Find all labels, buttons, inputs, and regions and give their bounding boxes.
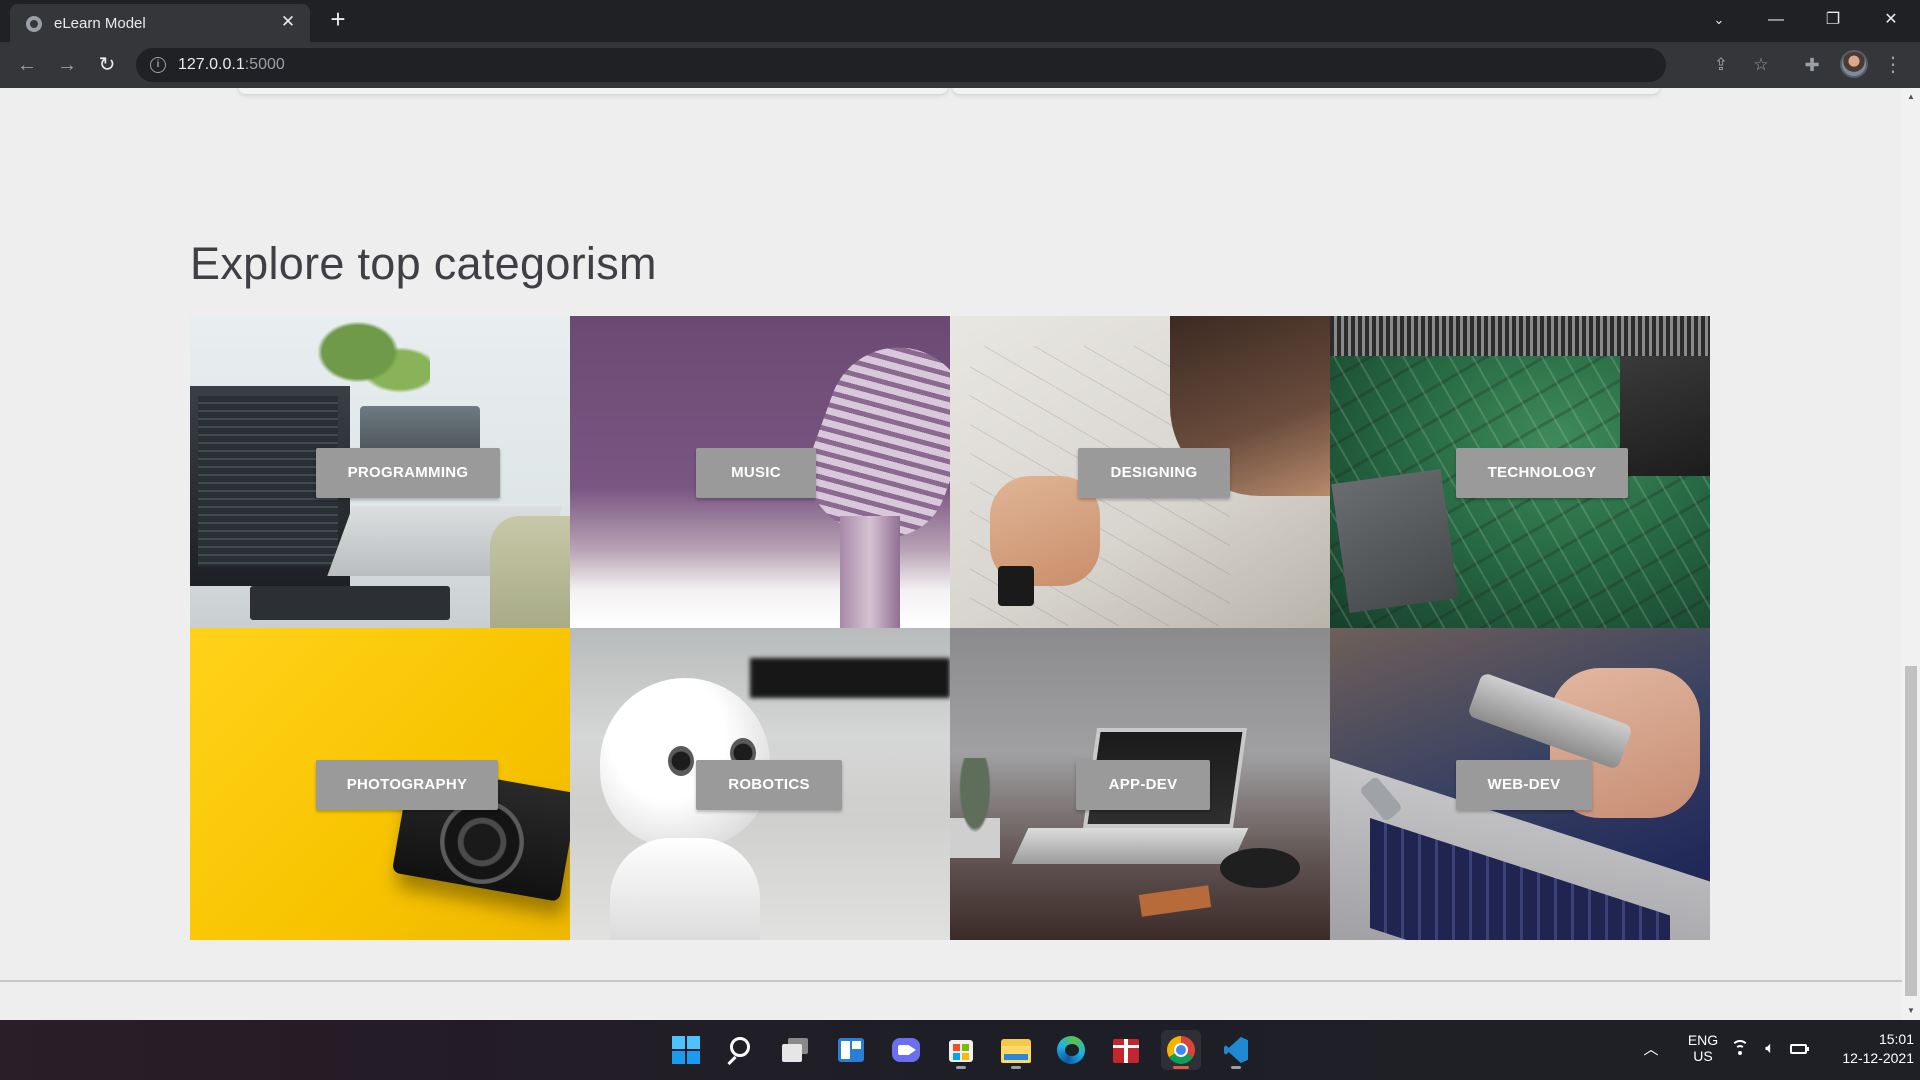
- restore-icon[interactable]: ❐: [1813, 6, 1853, 34]
- category-card-web-dev: WEB-DEV: [1330, 628, 1710, 940]
- widgets-icon[interactable]: [831, 1030, 871, 1070]
- close-tab-icon[interactable]: ✕: [278, 12, 298, 32]
- card-bottom-edge: [238, 88, 948, 94]
- category-button-designing[interactable]: DESIGNING: [1078, 448, 1230, 498]
- person-arm-image: [490, 516, 570, 628]
- volume-icon[interactable]: 🔈︎: [1759, 1040, 1781, 1058]
- category-button-music[interactable]: MUSIC: [696, 448, 816, 498]
- chevron-up-icon[interactable]: ︿: [1640, 1038, 1662, 1059]
- new-tab-icon[interactable]: +: [326, 6, 350, 32]
- category-button-photography[interactable]: PHOTOGRAPHY: [316, 760, 498, 810]
- category-button-robotics[interactable]: ROBOTICS: [696, 760, 842, 810]
- robot-body-image: [610, 838, 760, 940]
- category-card-photography: PHOTOGRAPHY: [190, 628, 570, 940]
- browser-tab[interactable]: eLearn Model ✕: [10, 4, 310, 42]
- robot-eye-image: [668, 746, 694, 776]
- file-explorer-icon[interactable]: [996, 1030, 1036, 1070]
- edge-icon[interactable]: [1051, 1030, 1091, 1070]
- page-viewport: Explore top categorism PROGRAMMING MUSIC…: [0, 88, 1902, 1020]
- share-icon[interactable]: ⇪: [1710, 54, 1732, 76]
- teams-chat-icon[interactable]: [886, 1030, 926, 1070]
- chrome-icon[interactable]: [1161, 1030, 1201, 1070]
- tab-search-chevron-icon[interactable]: ⌄: [1699, 6, 1739, 34]
- phone-image: [1138, 885, 1212, 917]
- minimize-icon[interactable]: —: [1756, 6, 1796, 34]
- reload-icon[interactable]: ↻: [93, 51, 121, 79]
- microsoft-store-icon[interactable]: [941, 1030, 981, 1070]
- search-icon[interactable]: [721, 1030, 761, 1070]
- category-button-programming[interactable]: PROGRAMMING: [316, 448, 500, 498]
- watch-image: [998, 566, 1034, 606]
- language-indicator[interactable]: ENG US: [1680, 1032, 1726, 1064]
- clock-time: 15:01: [1878, 1031, 1914, 1047]
- start-icon[interactable]: [666, 1030, 706, 1070]
- extensions-puzzle-icon[interactable]: ✚: [1800, 53, 1824, 77]
- keyboard-image: [250, 586, 450, 620]
- browser-tab-bar: eLearn Model ✕ + ⌄ — ❐ ✕: [0, 0, 1920, 42]
- camera-lens-image: [440, 800, 524, 884]
- chip-image: [1620, 356, 1710, 476]
- pins-image: [1330, 316, 1710, 356]
- laptop-base-image: [1011, 828, 1249, 864]
- page-scrollbar[interactable]: ▲ ▼: [1902, 88, 1920, 1020]
- category-card-music: MUSIC: [570, 316, 950, 628]
- forward-arrow-icon[interactable]: →: [53, 51, 81, 79]
- gift-app-icon[interactable]: [1106, 1030, 1146, 1070]
- vscode-icon[interactable]: [1216, 1030, 1256, 1070]
- plant-pot-image: [950, 758, 1000, 858]
- category-card-technology: TECHNOLOGY: [1330, 316, 1710, 628]
- category-button-technology[interactable]: TECHNOLOGY: [1456, 448, 1628, 498]
- scroll-down-arrow-icon[interactable]: ▼: [1906, 1006, 1916, 1016]
- category-card-designing: DESIGNING: [950, 316, 1330, 628]
- category-card-robotics: ROBOTICS: [570, 628, 950, 940]
- category-card-app-dev: APP-DEV: [950, 628, 1330, 940]
- chrome-menu-icon[interactable]: ⋮: [1881, 53, 1905, 77]
- plant-image: [310, 316, 430, 406]
- card-bottom-edge: [952, 88, 1660, 94]
- browser-toolbar: ← → ↻ i 127.0.0.1:5000 ⇪ ☆ ✚ ⋮: [0, 42, 1920, 88]
- headphones-image: [1220, 848, 1300, 888]
- section-title: Explore top categorism: [190, 238, 657, 289]
- globe-icon: [26, 16, 42, 32]
- back-arrow-icon[interactable]: ←: [13, 51, 41, 79]
- category-card-programming: PROGRAMMING: [190, 316, 570, 628]
- url-text[interactable]: 127.0.0.1:5000: [178, 56, 285, 74]
- footer-divider: [0, 980, 1902, 982]
- category-grid: PROGRAMMING MUSIC DESIGNING TECHNOLOGY P…: [190, 316, 1710, 940]
- site-info-icon[interactable]: i: [150, 57, 166, 73]
- clock[interactable]: 15:01 12-12-2021: [1822, 1031, 1914, 1066]
- windows-taskbar: ︿ ENG US 🔈︎ 15:01 12-12-2021: [0, 1020, 1920, 1080]
- clock-date: 12-12-2021: [1842, 1050, 1914, 1066]
- address-bar[interactable]: i 127.0.0.1:5000 ⇪ ☆: [136, 48, 1769, 82]
- tab-title: eLearn Model: [54, 15, 146, 32]
- profile-avatar[interactable]: [1840, 50, 1868, 78]
- bookmark-star-icon[interactable]: ☆: [1750, 54, 1772, 76]
- background-crowd-image: [750, 658, 950, 698]
- category-button-web-dev[interactable]: WEB-DEV: [1456, 760, 1592, 810]
- task-view-icon[interactable]: [776, 1030, 816, 1070]
- microphone-stand-image: [840, 516, 900, 628]
- chip-image: [1331, 468, 1459, 614]
- scroll-up-arrow-icon[interactable]: ▲: [1906, 92, 1916, 102]
- close-window-icon[interactable]: ✕: [1871, 6, 1911, 34]
- category-button-app-dev[interactable]: APP-DEV: [1076, 760, 1210, 810]
- scrollbar-thumb[interactable]: [1905, 666, 1917, 996]
